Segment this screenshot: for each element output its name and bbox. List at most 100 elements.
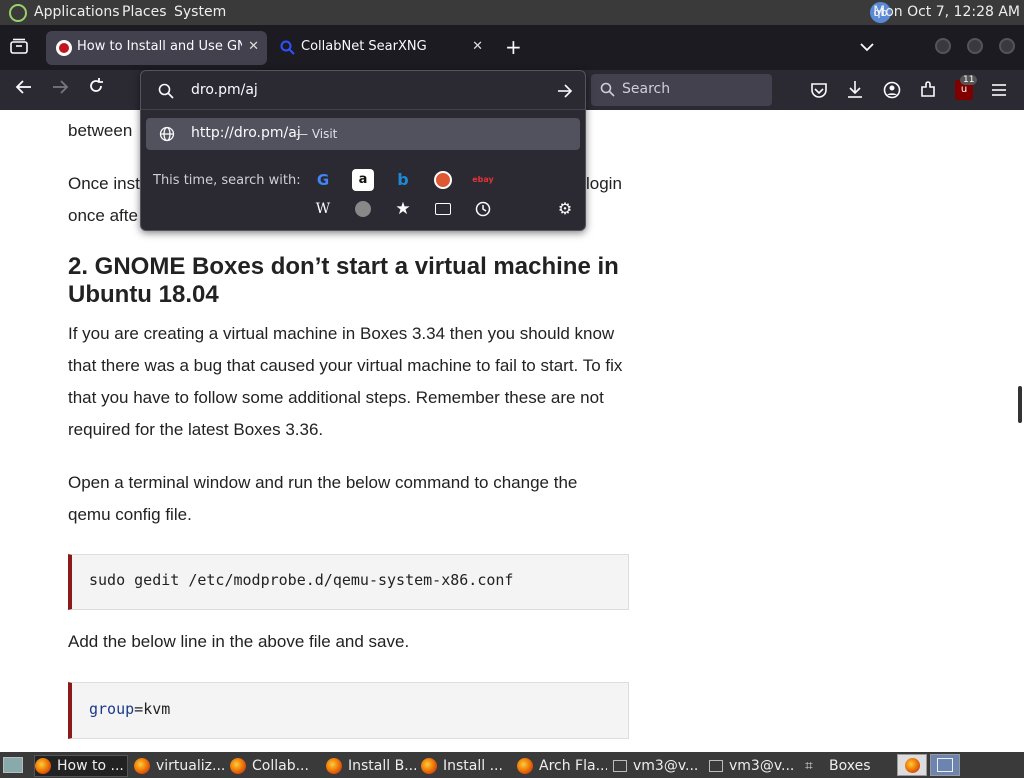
taskbar-item-label: virtualiz... [156, 758, 224, 774]
suggestion-url: http://dro.pm/aj [191, 125, 301, 141]
ebay-engine-icon[interactable]: ebay [472, 169, 494, 191]
code-block[interactable]: sudo gedit /etc/modprobe.d/qemu-system-x… [68, 554, 629, 610]
pocket-icon[interactable] [810, 81, 828, 103]
url-suggestion-row[interactable]: http://dro.pm/aj — Visit [146, 118, 580, 150]
close-tab-icon[interactable]: ✕ [472, 39, 483, 54]
paragraph: Add the below line in the above file and… [68, 632, 410, 651]
places-menu[interactable]: Places [122, 4, 167, 20]
google-engine-icon[interactable]: G [312, 169, 334, 191]
terminal-icon [613, 760, 627, 772]
duckduckgo-engine-icon[interactable] [432, 169, 454, 191]
firefox-icon [326, 758, 342, 774]
hamburger-menu-icon[interactable] [991, 82, 1007, 101]
list-tabs-chevron-down-icon[interactable] [860, 37, 874, 56]
tab-title: CollabNet SearXNG [301, 39, 427, 54]
searxng-favicon-icon [280, 40, 295, 55]
taskbar-item-label: vm3@v... [729, 758, 795, 774]
firefox-icon [421, 758, 437, 774]
firefox-icon [230, 758, 246, 774]
search-bar[interactable]: Search [591, 74, 772, 106]
url-input[interactable]: dro.pm/aj [191, 82, 258, 98]
taskbar-item-label: Boxes [829, 758, 871, 774]
text-fragment: between [68, 121, 133, 140]
account-icon[interactable] [883, 81, 901, 103]
tab-title: How to Install and Use GNOME [77, 39, 242, 54]
firefox-icon [134, 758, 150, 774]
taskbar-item-label: Arch Fla... [539, 758, 607, 774]
tab-strip: How to Install and Use GNOME ✕ CollabNet… [0, 25, 1024, 70]
close-window-button[interactable] [999, 38, 1015, 54]
firefox-icon [35, 758, 51, 774]
terminal-icon [709, 760, 723, 772]
reload-icon[interactable] [82, 76, 110, 104]
paragraph: Open a terminal window and run the below… [68, 473, 578, 524]
go-arrow-icon[interactable] [557, 83, 573, 102]
url-bar-dropdown: dro.pm/aj http://dro.pm/aj — Visit This … [140, 70, 586, 231]
taskbar-item[interactable]: Install ... [421, 755, 511, 777]
firefox-icon [517, 758, 533, 774]
history-clock-icon[interactable] [472, 198, 494, 220]
firefox-icon [905, 758, 920, 773]
maximize-window-button[interactable] [967, 38, 983, 54]
taskbar-item[interactable]: ⌗ Boxes [805, 755, 891, 777]
extensions-puzzle-icon[interactable] [919, 81, 937, 103]
new-tab-plus-icon[interactable]: + [505, 35, 522, 59]
taskbar-item-label: How to ... [57, 758, 124, 774]
ublock-badge: 11 [960, 75, 978, 85]
tab-how-to-install[interactable]: How to Install and Use GNOME ✕ [46, 31, 267, 65]
taskbar-item-label: Collab... [252, 758, 309, 774]
close-tab-icon[interactable]: ✕ [248, 39, 259, 54]
system-menu[interactable]: System [174, 4, 226, 20]
forward-arrow-icon[interactable] [46, 76, 74, 104]
taskbar-item-label: Install B... [348, 758, 416, 774]
workspace-1[interactable] [897, 754, 927, 776]
tabs-icon[interactable] [432, 198, 454, 220]
search-settings-gear-icon[interactable]: ⚙ [554, 198, 576, 220]
taskbar-item-label: Install ... [443, 758, 503, 774]
text-fragment: once afte [68, 206, 138, 225]
searxng-engine-icon[interactable] [352, 198, 374, 220]
window-icon [937, 758, 953, 772]
wikipedia-engine-icon[interactable]: W [312, 198, 334, 220]
boxes-icon: ⌗ [805, 758, 813, 774]
clock[interactable]: Mon Oct 7, 12:28 AM [873, 4, 1020, 20]
taskbar-item-label: vm3@v... [633, 758, 699, 774]
show-desktop-icon[interactable] [3, 757, 23, 773]
globe-icon [159, 126, 175, 146]
code-block[interactable]: group=kvm [68, 682, 629, 739]
suggestion-action: — Visit [296, 127, 338, 141]
taskbar-item[interactable]: Install B... [326, 755, 416, 777]
bing-engine-icon[interactable]: b [392, 169, 414, 191]
taskbar-item[interactable]: How to ... [34, 755, 128, 777]
amazon-engine-icon[interactable]: a [352, 169, 374, 191]
code-key: group [89, 700, 135, 718]
code-text: sudo gedit /etc/modprobe.d/qemu-system-x… [89, 571, 514, 589]
taskbar-item[interactable]: vm3@v... [709, 755, 799, 777]
paragraph: If you are creating a virtual machine in… [68, 324, 623, 439]
taskbar: How to ... virtualiz... Collab... Instal… [0, 752, 1024, 778]
taskbar-item[interactable]: vm3@v... [613, 755, 703, 777]
taskbar-item[interactable]: Collab... [230, 755, 320, 777]
bookmarks-star-icon[interactable]: ★ [392, 198, 414, 220]
top-panel: Applications Places System qb Mon Oct 7,… [0, 0, 1024, 25]
tab-overview-icon[interactable] [10, 38, 30, 56]
site-favicon-icon [56, 40, 72, 56]
workspace-2[interactable] [930, 754, 960, 776]
section-heading: 2. GNOME Boxes don’t start a virtual mac… [68, 253, 619, 308]
gnome-foot-icon[interactable] [9, 4, 27, 22]
downloads-icon[interactable] [846, 80, 864, 103]
code-operator: = [134, 700, 144, 718]
taskbar-item[interactable]: Arch Fla... [517, 755, 607, 777]
divider [141, 109, 585, 110]
search-icon [158, 83, 174, 103]
minimize-window-button[interactable] [935, 38, 951, 54]
code-value: kvm [143, 700, 171, 718]
tab-collabnet-searxng[interactable]: CollabNet SearXNG ✕ [270, 31, 491, 65]
search-with-label: This time, search with: [153, 173, 301, 188]
taskbar-item[interactable]: virtualiz... [134, 755, 224, 777]
search-placeholder: Search [622, 81, 671, 97]
scrollbar-thumb[interactable] [1018, 386, 1022, 423]
applications-menu[interactable]: Applications [34, 4, 120, 20]
back-arrow-icon[interactable] [10, 76, 38, 104]
search-icon [600, 82, 615, 101]
